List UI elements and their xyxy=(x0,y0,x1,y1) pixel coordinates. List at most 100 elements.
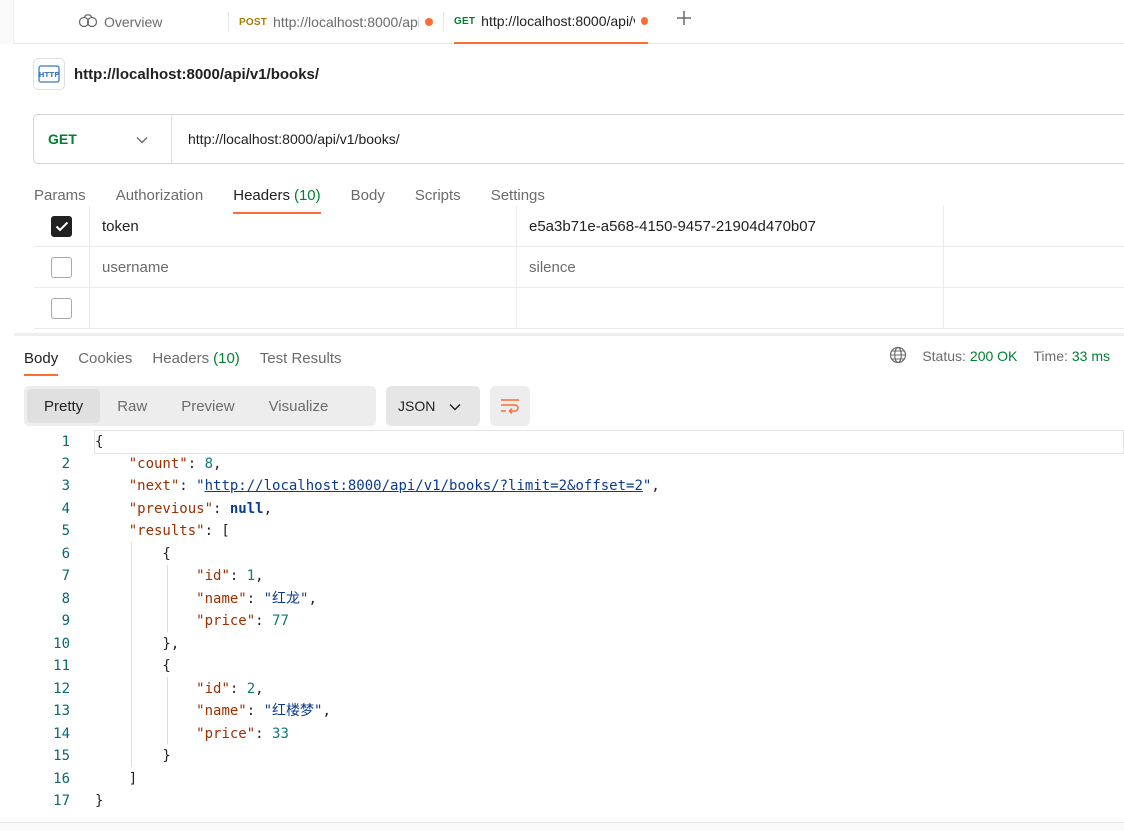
header-value-cell[interactable]: e5a3b71e-a568-4150-9457-21904d470b07 xyxy=(517,206,944,247)
current-line-highlight xyxy=(94,430,1124,454)
tab-headers-label: Headers xyxy=(233,186,290,204)
tab-post-label: http://localhost:8000/api/v1/books/ xyxy=(273,14,419,30)
overview-icon xyxy=(78,13,98,31)
chevron-down-icon xyxy=(449,398,461,414)
json-key: "id" xyxy=(196,681,230,697)
response-body-editor[interactable]: 1{ 2 "count": 8, 3 "next": "http://local… xyxy=(14,430,1124,815)
response-tab-cookies-label: Cookies xyxy=(78,349,133,367)
view-raw-button[interactable]: Raw xyxy=(100,389,164,423)
header-enabled-cell xyxy=(34,288,90,329)
url-bar: GET http://localhost:8000/api/v1/books/ xyxy=(33,114,1124,164)
response-tabs: Body Cookies Headers (10) Test Results xyxy=(24,340,362,376)
json-key: "previous" xyxy=(128,501,214,517)
header-enabled-cell xyxy=(34,247,90,288)
json-value: "红龙" xyxy=(263,591,309,607)
globe-icon[interactable] xyxy=(889,346,907,367)
json-value: 33 xyxy=(272,726,289,742)
method-select[interactable]: GET xyxy=(34,115,172,163)
response-tab-headers-label: Headers xyxy=(152,349,210,367)
json-key: "id" xyxy=(196,568,230,584)
header-key: token xyxy=(102,218,139,235)
table-row: username silence xyxy=(34,247,1124,288)
svg-text:HTTP: HTTP xyxy=(39,71,60,79)
response-status: Status: 200 OK Time: 33 ms xyxy=(889,340,1110,372)
header-key-cell[interactable] xyxy=(90,288,517,329)
header-value: silence xyxy=(529,259,576,276)
response-tab-test-results[interactable]: Test Results xyxy=(260,340,342,376)
json-key: "price" xyxy=(196,726,256,742)
tab-post-request[interactable]: POST http://localhost:8000/api/v1/books/ xyxy=(239,0,439,44)
request-title[interactable]: http://localhost:8000/api/v1/books/ xyxy=(74,66,319,83)
header-enabled-cell xyxy=(34,206,90,247)
status-bar xyxy=(0,822,1124,831)
json-value: 1 xyxy=(246,568,256,584)
tab-bar: Overview POST http://localhost:8000/api/… xyxy=(0,0,1124,44)
view-visualize-button[interactable]: Visualize xyxy=(252,389,346,423)
header-value-cell[interactable] xyxy=(517,288,944,329)
tab-scripts-label: Scripts xyxy=(414,186,461,204)
json-value: "红楼梦" xyxy=(263,703,323,719)
chevron-down-icon xyxy=(136,131,148,147)
response-tab-test-results-label: Test Results xyxy=(259,349,342,367)
response-tab-body-label: Body xyxy=(24,349,59,367)
format-value: JSON xyxy=(398,398,436,414)
tab-separator xyxy=(228,12,229,32)
next-page-link[interactable]: http://localhost:8000/api/v1/books/?limi… xyxy=(205,478,643,494)
tab-settings-label: Settings xyxy=(490,186,545,204)
time-label: Time: xyxy=(1033,348,1068,364)
response-tab-headers[interactable]: Headers (10) xyxy=(152,340,239,376)
table-row xyxy=(34,288,1124,329)
json-key: "next" xyxy=(128,478,180,494)
sidebar-edge xyxy=(0,0,14,44)
status-value[interactable]: 200 OK xyxy=(970,348,1017,364)
view-pretty-button[interactable]: Pretty xyxy=(27,389,101,423)
tab-get-method: GET xyxy=(454,15,476,27)
tab-overview[interactable]: Overview xyxy=(78,0,228,44)
view-mode-switcher: Pretty Raw Preview Visualize xyxy=(24,386,376,426)
tab-params-label: Params xyxy=(34,186,86,204)
status-label: Status: xyxy=(922,348,966,364)
unsaved-dot-icon xyxy=(641,17,648,25)
tab-post-method: POST xyxy=(239,16,268,28)
http-icon: HTTP xyxy=(33,58,65,90)
unsaved-dot-icon xyxy=(425,18,434,26)
json-key: "count" xyxy=(128,456,188,472)
json-value: null xyxy=(229,501,264,517)
json-key: "name" xyxy=(196,591,247,607)
json-key: "price" xyxy=(196,613,256,629)
format-select[interactable]: JSON xyxy=(386,386,480,426)
tab-authorization-label: Authorization xyxy=(115,186,204,204)
request-title-bar: HTTP http://localhost:8000/api/v1/books/ xyxy=(33,58,319,90)
wrap-lines-button[interactable] xyxy=(490,386,530,426)
tab-get-label: http://localhost:8000/api/v1/books/ xyxy=(481,13,635,29)
header-key-cell[interactable]: token xyxy=(90,206,517,247)
header-value: e5a3b71e-a568-4150-9457-21904d470b07 xyxy=(529,218,816,235)
response-tab-body[interactable]: Body xyxy=(24,340,59,376)
header-checkbox[interactable] xyxy=(51,257,72,278)
header-key-cell[interactable]: username xyxy=(90,247,517,288)
view-preview-button[interactable]: Preview xyxy=(164,389,251,423)
wrap-lines-icon xyxy=(501,399,519,414)
url-input[interactable]: http://localhost:8000/api/v1/books/ xyxy=(172,131,400,147)
pane-resize-handle[interactable] xyxy=(14,333,1124,336)
tab-separator xyxy=(443,12,444,32)
method-value: GET xyxy=(48,131,77,147)
response-tab-cookies[interactable]: Cookies xyxy=(78,340,132,376)
json-key: "name" xyxy=(196,703,247,719)
time-value[interactable]: 33 ms xyxy=(1072,348,1110,364)
header-checkbox[interactable] xyxy=(51,216,72,237)
json-value: 77 xyxy=(272,613,289,629)
json-key: "results" xyxy=(128,523,205,539)
new-tab-plus-icon[interactable] xyxy=(672,6,696,34)
header-key: username xyxy=(102,259,169,276)
response-tab-headers-count: (10) xyxy=(213,349,240,367)
table-row: token e5a3b71e-a568-4150-9457-21904d470b… xyxy=(34,206,1124,247)
header-value-cell[interactable]: silence xyxy=(517,247,944,288)
tab-overview-label: Overview xyxy=(104,14,163,30)
header-checkbox[interactable] xyxy=(51,298,72,319)
tab-get-request[interactable]: GET http://localhost:8000/api/v1/books/ xyxy=(454,0,648,44)
checkmark-icon xyxy=(55,221,68,232)
json-value: 2 xyxy=(246,681,256,697)
tab-headers-count: (10) xyxy=(293,186,321,204)
json-value: 8 xyxy=(204,456,214,472)
